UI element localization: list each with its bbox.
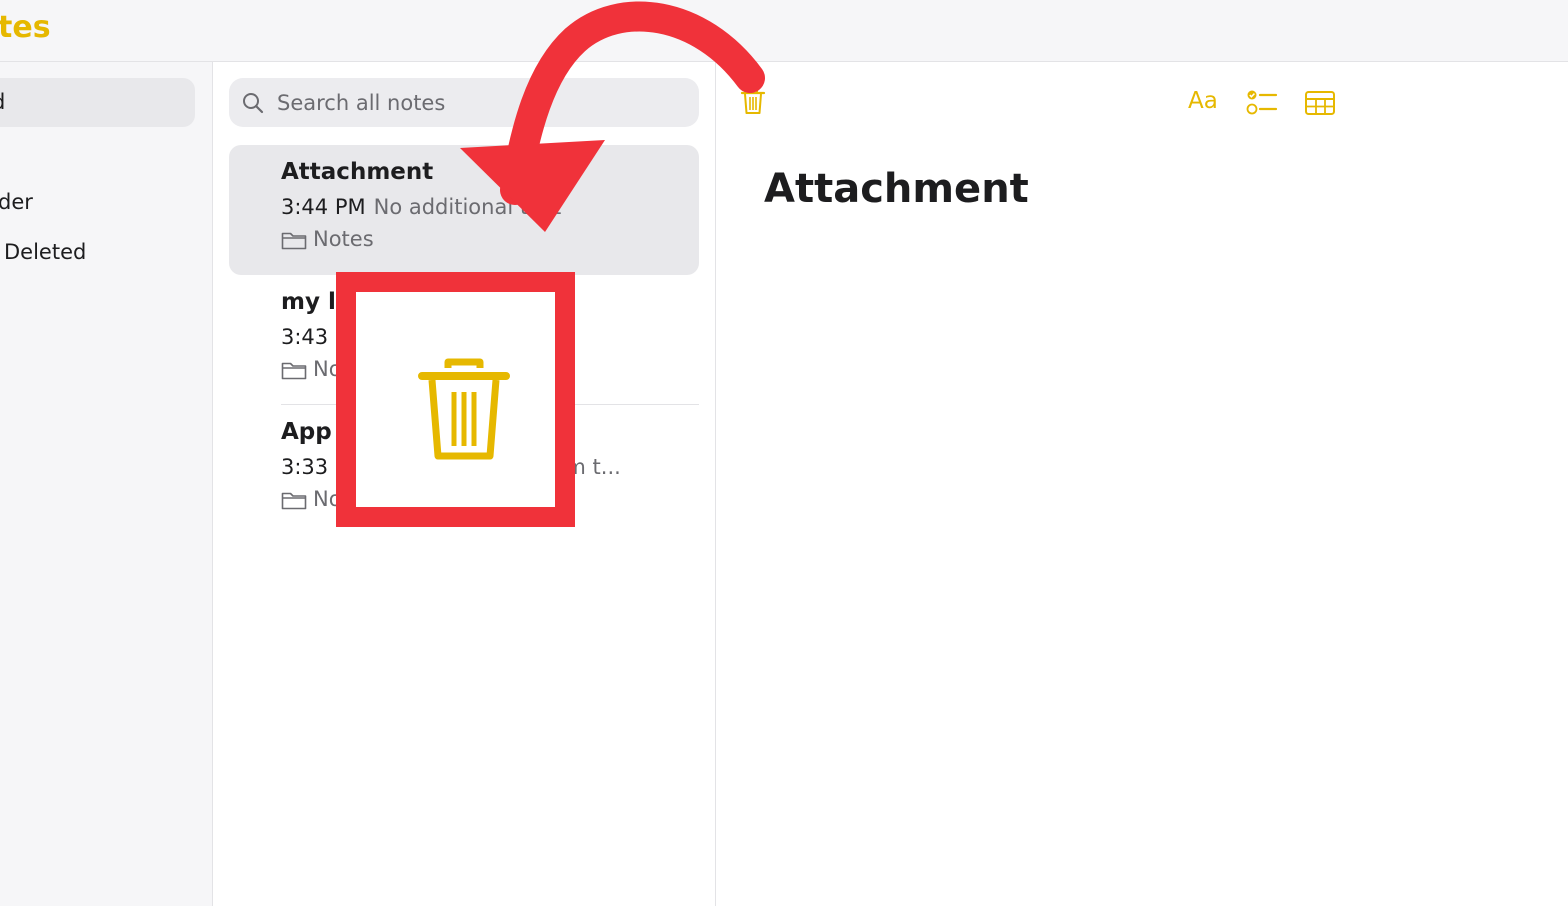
note-title: Attachment: [281, 159, 434, 185]
note-title: App: [281, 419, 332, 445]
sidebar-item-selected[interactable]: d: [0, 78, 195, 127]
note-time: 3:33: [281, 455, 329, 479]
note-folder-label: Notes: [313, 227, 374, 251]
title-bar: tes: [0, 0, 1568, 62]
sidebar-item-label: d: [0, 90, 5, 114]
note-editor: Aa Attachment: [716, 62, 1568, 906]
callout-highlight-box: [336, 272, 575, 527]
note-item-attachment[interactable]: Attachment 3:44 PM No additional text Not…: [229, 145, 699, 275]
note-folder: Notes: [281, 227, 374, 251]
sidebar-item-folder[interactable]: der: [0, 190, 33, 214]
note-preview: No additional text: [373, 195, 562, 219]
note-time: 3:44 PM: [281, 195, 366, 219]
note-meta: 3:43 d.: [281, 325, 549, 349]
app-title: tes: [0, 10, 51, 45]
format-button[interactable]: Aa: [1188, 88, 1218, 114]
trash-icon[interactable]: [740, 86, 766, 116]
note-folder: No: [281, 357, 342, 381]
trash-icon: [418, 358, 510, 460]
checklist-icon[interactable]: [1246, 88, 1278, 116]
note-title: my l: [281, 289, 336, 315]
editor-note-title[interactable]: Attachment: [764, 166, 1029, 212]
search-input[interactable]: [275, 86, 679, 120]
note-meta: 3:33 from t...: [281, 455, 621, 479]
folder-icon: [281, 362, 307, 380]
folder-sidebar: d der Deleted: [0, 62, 213, 906]
note-time: 3:43: [281, 325, 329, 349]
note-folder: No: [281, 487, 342, 511]
search-icon: [243, 93, 264, 114]
search-bar[interactable]: [229, 78, 699, 127]
callout-panel: [356, 292, 555, 507]
sidebar-item-recently-deleted[interactable]: Deleted: [4, 240, 86, 264]
folder-icon: [281, 492, 307, 510]
folder-icon: [281, 232, 307, 250]
table-icon[interactable]: [1304, 90, 1336, 116]
note-meta: 3:44 PM No additional text: [281, 195, 561, 219]
